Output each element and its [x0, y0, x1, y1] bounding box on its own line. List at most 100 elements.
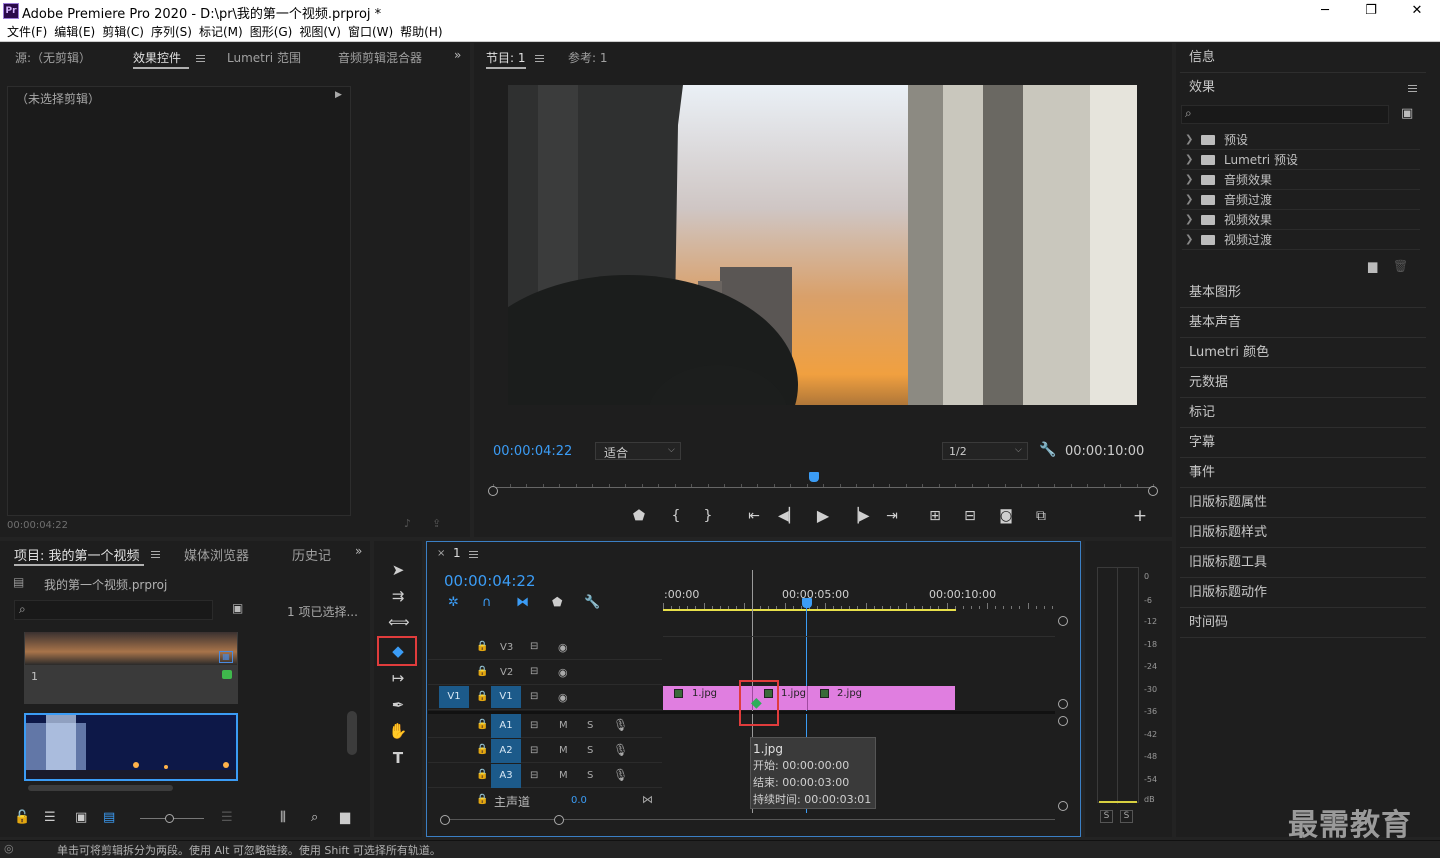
- h-scroll-start-handle[interactable]: [440, 815, 450, 825]
- panel-overflow-icon[interactable]: »: [355, 544, 362, 558]
- menu-edit[interactable]: 编辑(E): [47, 22, 95, 42]
- timeline-settings-wrench-icon[interactable]: 🔧: [584, 595, 600, 610]
- effects-tree-item-audio-transitions[interactable]: ❯ 音频过渡: [1182, 190, 1420, 210]
- add-marker-icon[interactable]: ⬟: [552, 595, 562, 609]
- scrubber-track[interactable]: [493, 487, 1153, 488]
- tab-source[interactable]: 源:（无剪辑）: [15, 49, 91, 66]
- effects-tree-item-presets[interactable]: ❯ 预设: [1182, 130, 1420, 150]
- lock-icon[interactable]: 🔒: [476, 744, 488, 755]
- razor-tool-icon[interactable]: ◆: [388, 641, 408, 661]
- mute-button[interactable]: M: [559, 720, 568, 731]
- v-zoom-handle[interactable]: [1058, 616, 1068, 626]
- menu-sequence[interactable]: 序列(S): [144, 22, 192, 42]
- camera-icon[interactable]: ◙: [996, 506, 1016, 526]
- menu-graphics[interactable]: 图形(G): [243, 22, 293, 42]
- panel-essential-sound[interactable]: 基本声音: [1180, 308, 1426, 338]
- export-icon[interactable]: ⇪: [432, 517, 441, 530]
- project-search-input[interactable]: ⌕: [14, 600, 213, 620]
- panel-menu-icon[interactable]: [151, 551, 160, 558]
- project-item-2[interactable]: [24, 713, 238, 781]
- mark-in-icon[interactable]: {: [666, 506, 686, 526]
- panel-legacy-title-actions[interactable]: 旧版标题动作: [1180, 578, 1426, 608]
- freeform-view-icon[interactable]: ▤: [103, 810, 115, 825]
- tab-program[interactable]: 节目: 1: [486, 49, 526, 66]
- effects-tree-item-video-effects[interactable]: ❯ 视频效果: [1182, 210, 1420, 230]
- ripple-edit-tool-icon[interactable]: ⟺: [388, 612, 410, 632]
- effects-search-input[interactable]: ⌕: [1181, 105, 1389, 124]
- sequence-tab[interactable]: 1: [453, 546, 461, 560]
- new-bin-icon[interactable]: ▆: [1368, 259, 1377, 273]
- comparison-view-icon[interactable]: ⧉: [1031, 506, 1051, 526]
- panel-legacy-title-properties[interactable]: 旧版标题属性: [1180, 488, 1426, 518]
- close-button[interactable]: ✕: [1394, 0, 1440, 22]
- panel-lumetri-color[interactable]: Lumetri 颜色: [1180, 338, 1426, 368]
- sync-lock-icon[interactable]: ⊟: [530, 745, 538, 756]
- panel-effects-header[interactable]: 效果: [1180, 73, 1426, 103]
- microphone-icon[interactable]: 🎙: [613, 718, 628, 732]
- icon-view-icon[interactable]: ▣: [75, 810, 87, 825]
- mute-button[interactable]: M: [559, 745, 568, 756]
- panel-events[interactable]: 事件: [1180, 458, 1426, 488]
- lock-icon[interactable]: 🔓: [14, 810, 30, 825]
- v-zoom-handle[interactable]: [1058, 699, 1068, 709]
- lock-icon[interactable]: 🔒: [476, 794, 488, 805]
- microphone-icon[interactable]: 🎙: [613, 743, 628, 757]
- solo-button[interactable]: S: [587, 745, 593, 756]
- work-area-bar[interactable]: [663, 609, 956, 611]
- panel-overflow-icon[interactable]: »: [454, 48, 461, 62]
- source-patch-v1[interactable]: V1: [439, 686, 469, 708]
- tab-effect-controls[interactable]: 效果控件: [133, 49, 181, 66]
- panel-legacy-title-styles[interactable]: 旧版标题样式: [1180, 518, 1426, 548]
- wrench-icon[interactable]: 🔧: [1039, 442, 1056, 458]
- selection-tool-icon[interactable]: ➤: [388, 560, 408, 580]
- timeline-clip[interactable]: 2.jpg: [808, 686, 955, 710]
- lock-icon[interactable]: 🔒: [476, 641, 488, 652]
- panel-timecode[interactable]: 时间码: [1180, 608, 1426, 638]
- tab-history[interactable]: 历史记: [292, 545, 331, 564]
- button-editor-plus-icon[interactable]: +: [1130, 506, 1150, 526]
- meter-solo-left[interactable]: S: [1100, 810, 1113, 823]
- menu-marker[interactable]: 标记(M): [192, 22, 243, 42]
- menu-clip[interactable]: 剪辑(C): [95, 22, 144, 42]
- menu-window[interactable]: 窗口(W): [341, 22, 393, 42]
- track-name-v1[interactable]: V1: [491, 686, 521, 708]
- effects-menu-icon[interactable]: [1408, 85, 1417, 92]
- tab-audio-clip-mixer[interactable]: 音频剪辑混合器: [338, 49, 422, 66]
- add-marker-icon[interactable]: ⬟: [629, 506, 649, 526]
- find-icon[interactable]: ⌕: [311, 810, 318, 825]
- solo-button[interactable]: S: [587, 770, 593, 781]
- zoom-slider-handle[interactable]: [165, 814, 174, 823]
- a-zoom-handle[interactable]: [1058, 716, 1068, 726]
- project-h-scrollbar[interactable]: [28, 785, 173, 791]
- lock-icon[interactable]: 🔒: [476, 719, 488, 730]
- effects-tree-item-lumetri-presets[interactable]: ❯ Lumetri 预设: [1182, 150, 1420, 170]
- timeline-playhead-head[interactable]: [802, 598, 812, 608]
- automate-to-sequence-icon[interactable]: ⫼: [280, 810, 286, 825]
- sync-lock-icon[interactable]: ⊟: [530, 720, 538, 731]
- panel-info[interactable]: 信息: [1180, 43, 1426, 73]
- snap-icon[interactable]: ∩: [482, 595, 492, 610]
- play-icon[interactable]: ▶: [813, 506, 833, 526]
- fit-dropdown[interactable]: 适合 ⌵: [595, 442, 681, 460]
- linked-selection-icon[interactable]: ⧓: [516, 595, 529, 610]
- eye-icon[interactable]: ◉: [558, 666, 568, 679]
- track-name-a1[interactable]: A1: [491, 714, 521, 738]
- go-to-in-icon[interactable]: ⇤: [744, 506, 764, 526]
- menu-file[interactable]: 文件(F): [0, 22, 47, 42]
- sync-lock-icon[interactable]: ⊟: [530, 691, 538, 702]
- menu-view[interactable]: 视图(V): [292, 22, 341, 42]
- lock-icon[interactable]: 🔒: [476, 769, 488, 780]
- program-playhead[interactable]: [809, 472, 820, 482]
- find-icon[interactable]: ▣: [232, 601, 243, 615]
- project-scrollbar[interactable]: [347, 711, 357, 755]
- master-volume-value[interactable]: 0.0: [571, 795, 587, 806]
- program-timecode[interactable]: 00:00:04:22: [493, 444, 572, 459]
- tab-lumetri-scopes[interactable]: Lumetri 范围: [227, 49, 301, 66]
- tab-reference[interactable]: 参考: 1: [568, 49, 608, 66]
- eye-icon[interactable]: ◉: [558, 691, 568, 704]
- expand-arrow-icon[interactable]: ▶: [335, 90, 342, 100]
- type-tool-icon[interactable]: T: [388, 748, 408, 768]
- panel-captions[interactable]: 字幕: [1180, 428, 1426, 458]
- project-item-1[interactable]: 1 ▦: [24, 632, 238, 704]
- track-name-a2[interactable]: A2: [491, 739, 521, 763]
